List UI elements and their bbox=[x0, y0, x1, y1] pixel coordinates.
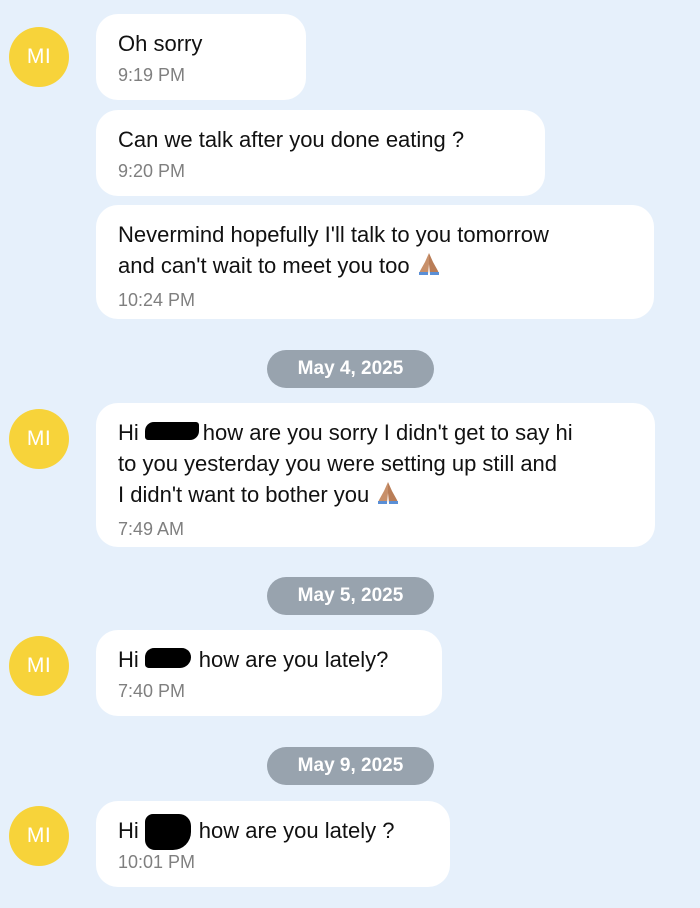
contact-avatar[interactable]: MI bbox=[9, 409, 69, 469]
message-text-line: I didn't want to bother you bbox=[118, 479, 633, 513]
redacted-name bbox=[143, 645, 195, 668]
date-separator: May 4, 2025 bbox=[267, 350, 434, 388]
contact-avatar[interactable]: MI bbox=[9, 636, 69, 696]
date-separator: May 5, 2025 bbox=[267, 577, 434, 615]
message-bubble[interactable]: Nevermind hopefully I'll talk to you tom… bbox=[96, 205, 654, 319]
redacted-name bbox=[143, 814, 195, 850]
contact-avatar[interactable]: MI bbox=[9, 27, 69, 87]
message-text-line: and can't wait to meet you too bbox=[118, 250, 632, 284]
message-timestamp: 9:19 PM bbox=[118, 65, 186, 85]
message-text: Can we talk after you done eating ? bbox=[118, 127, 465, 152]
message-bubble[interactable]: Hi how are you lately? 7:40 PM bbox=[96, 630, 442, 716]
message-bubble[interactable]: Hi how are you lately ? 10:01 PM bbox=[96, 801, 450, 887]
message-text: Hi how are you lately ? bbox=[118, 814, 428, 850]
message-text-line: to you yesterday you were setting up sti… bbox=[118, 451, 558, 476]
message-timestamp: 7:49 AM bbox=[118, 519, 185, 540]
message-text: Oh sorry bbox=[118, 31, 203, 56]
message-bubble[interactable]: Can we talk after you done eating ? 9:20… bbox=[96, 110, 545, 196]
message-timestamp: 10:01 PM bbox=[118, 852, 196, 872]
message-text: Hi how are you lately? bbox=[118, 645, 389, 672]
message-timestamp: 7:40 PM bbox=[118, 681, 186, 701]
message-timestamp: 9:20 PM bbox=[118, 161, 186, 181]
message-text-line: Hi how are you sorry I didn't get to say … bbox=[118, 418, 573, 445]
folded-hands-icon bbox=[375, 479, 401, 513]
redacted-name bbox=[143, 418, 199, 440]
message-text-line: Nevermind hopefully I'll talk to you tom… bbox=[118, 222, 549, 247]
date-separator: May 9, 2025 bbox=[267, 747, 434, 785]
folded-hands-icon bbox=[416, 250, 442, 284]
message-timestamp: 10:24 PM bbox=[118, 290, 196, 311]
contact-avatar[interactable]: MI bbox=[9, 806, 69, 866]
message-bubble[interactable]: Oh sorry 9:19 PM bbox=[96, 14, 306, 100]
message-bubble[interactable]: Hi how are you sorry I didn't get to say … bbox=[96, 403, 655, 547]
